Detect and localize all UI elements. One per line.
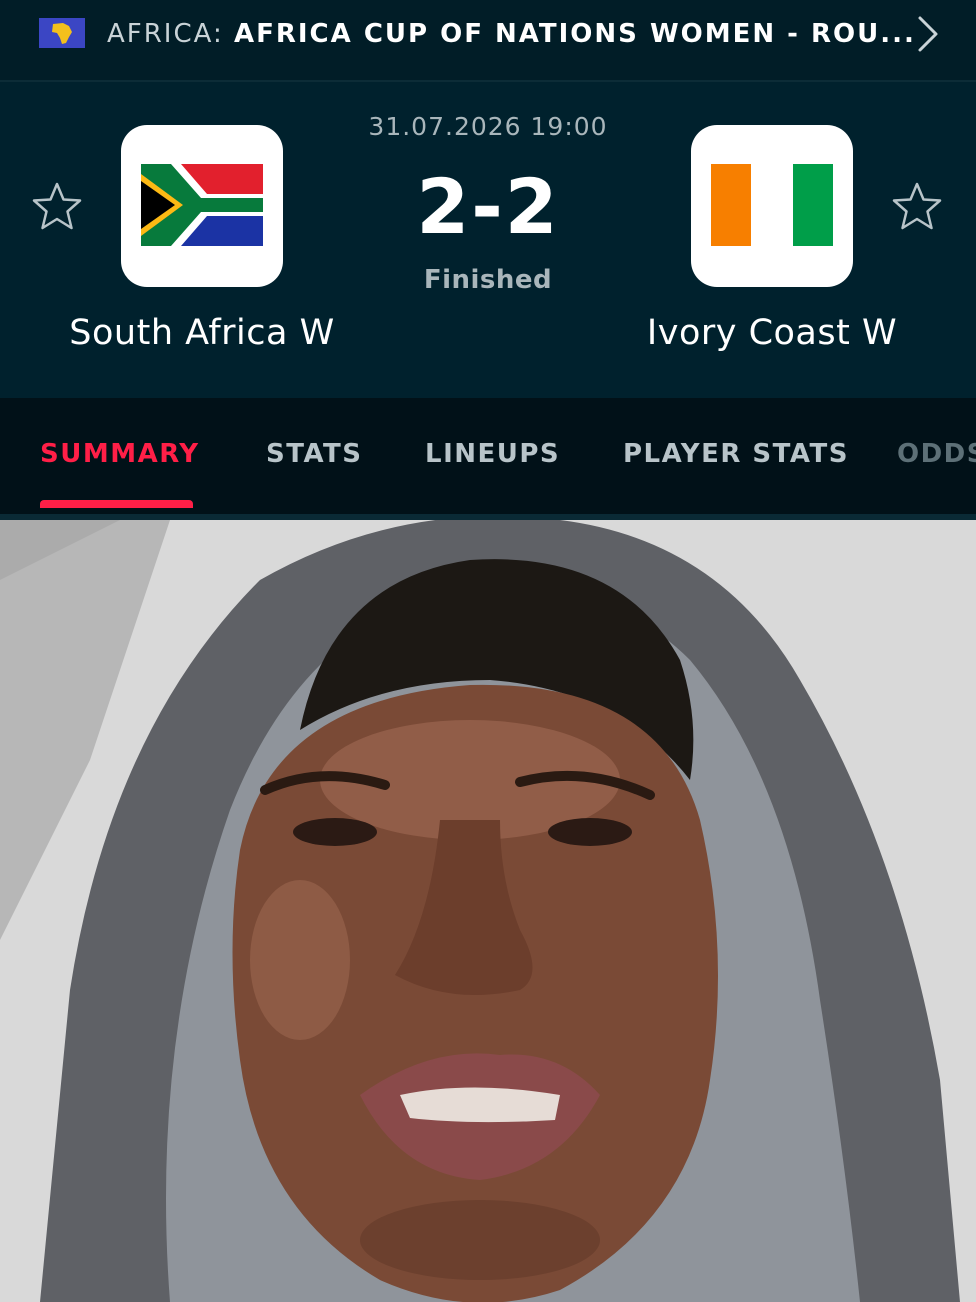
- home-team-logo[interactable]: [121, 125, 283, 287]
- ivory-coast-flag-icon: [711, 164, 833, 246]
- active-tab-indicator: [40, 500, 193, 508]
- home-favorite-star-icon[interactable]: [30, 180, 84, 234]
- tab-odds[interactable]: ODDS: [897, 436, 976, 472]
- home-team-name[interactable]: South Africa W: [37, 309, 367, 357]
- tournament-label: AFRICA CUP OF NATIONS WOMEN - ROU...: [233, 19, 916, 49]
- chevron-right-icon[interactable]: [912, 14, 942, 54]
- country-label: AFRICA:: [107, 19, 224, 49]
- tab-summary[interactable]: SUMMARY: [40, 436, 200, 472]
- match-status: Finished: [423, 265, 553, 295]
- competition-bar[interactable]: AFRICA: AFRICA CUP OF NATIONS WOMEN - RO…: [0, 0, 976, 82]
- away-team-logo[interactable]: [691, 125, 853, 287]
- match-tabs: SUMMARY STATS LINEUPS PLAYER STATS ODDS: [0, 398, 976, 520]
- away-team-name[interactable]: Ivory Coast W: [607, 309, 937, 357]
- match-header: South Africa W 31.07.2026 19:00 2-2 Fini…: [0, 82, 976, 398]
- away-favorite-star-icon[interactable]: [890, 180, 944, 234]
- tournament-title[interactable]: AFRICA: AFRICA CUP OF NATIONS WOMEN - RO…: [107, 16, 916, 52]
- tab-player-stats[interactable]: PLAYER STATS: [623, 436, 849, 472]
- match-score: 2-2: [416, 162, 560, 251]
- south-africa-flag-icon: [141, 164, 263, 246]
- tab-lineups[interactable]: LINEUPS: [425, 436, 560, 472]
- tab-stats[interactable]: STATS: [266, 436, 363, 472]
- webcam-video: [0, 520, 976, 1302]
- match-datetime: 31.07.2026 19:00: [368, 112, 608, 141]
- person-in-hood-image: [0, 520, 976, 1302]
- africa-flag-icon: [39, 18, 85, 48]
